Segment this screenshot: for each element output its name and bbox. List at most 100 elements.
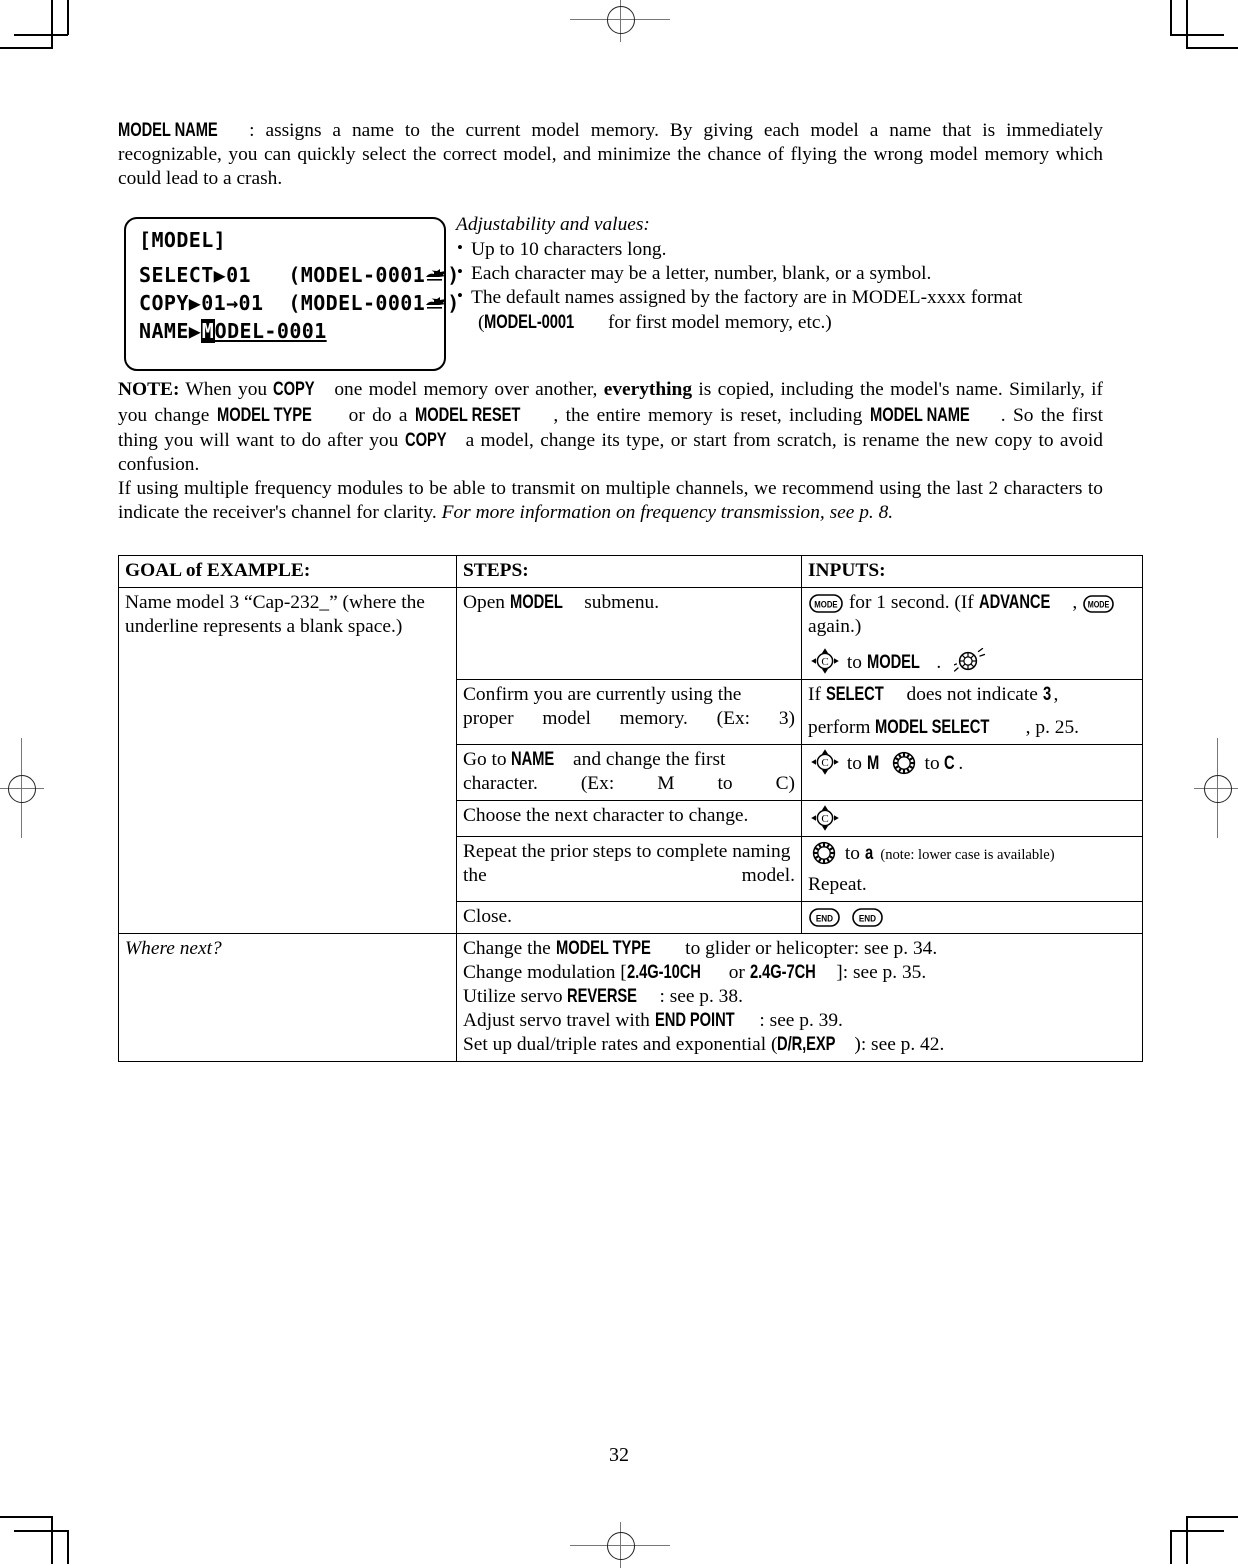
lcd-copy-arrow-icon: ▶: [188, 291, 202, 316]
cursor-pad-icon[interactable]: C: [810, 804, 840, 832]
model-select-term: MODEL SELECT: [875, 716, 990, 739]
step-post: submenu.: [579, 592, 660, 614]
note-paragraph-2: If using multiple frequency modules to b…: [118, 477, 1103, 525]
dial-icon[interactable]: [891, 750, 917, 776]
step-cell-3: Go to NAME and change the first characte…: [456, 744, 802, 802]
name-term: NAME: [511, 748, 555, 771]
model-reset-term: MODEL RESET: [414, 403, 521, 426]
dr-exp-term: D/R,EXP: [777, 1032, 836, 1055]
page-number: 32: [609, 1444, 629, 1466]
note-text-2: one model memory over another,: [328, 379, 604, 401]
lcd-copy-paren-open: (MODEL-0001: [288, 291, 426, 316]
svg-text:MODE: MODE: [814, 599, 838, 610]
where-next-line: Adjust servo travel with END POINT : see …: [463, 1009, 1136, 1033]
svg-text:C: C: [821, 813, 828, 825]
step-cell-1: Open MODEL submenu.: [456, 587, 802, 681]
goal-cell: Name model 3 “Cap-232_” (where the under…: [118, 587, 457, 934]
input-line-2: C to MODEL.: [808, 647, 1136, 675]
model-type-term: MODEL TYPE: [216, 403, 312, 426]
input-cell-2: If SELECT does not indicate 3, perform M…: [801, 679, 1143, 746]
input-post-2: , p. 25.: [1025, 717, 1079, 739]
char-m: M: [866, 752, 879, 775]
model-name-term-2: MODEL NAME: [869, 403, 970, 426]
line-mid: or: [723, 961, 750, 983]
char-c: C: [944, 752, 956, 775]
cursor-pad-icon[interactable]: C: [810, 748, 840, 776]
memory-number: 3: [1042, 683, 1051, 706]
svg-text:END: END: [816, 913, 834, 924]
copy-term: COPY: [273, 378, 315, 401]
step-cell-4: Choose the next character to change.: [456, 800, 802, 838]
airplane-icon: [425, 269, 447, 284]
manual-page: MODEL NAME: assigns a name to the curren…: [0, 0, 1238, 1564]
input-cell-4: C: [801, 800, 1143, 838]
intro-text: : assigns a name to the current model me…: [118, 120, 1103, 190]
lcd-copy-value: 01→01: [201, 291, 264, 316]
input-text-3: again.): [808, 616, 862, 638]
line-post: : see p. 39.: [759, 1009, 843, 1031]
column-header-steps: STEPS:: [456, 555, 802, 589]
input-text-1: to: [840, 843, 865, 865]
list-item-line2: (MODEL-0001 for first model memory, etc.…: [471, 310, 1101, 335]
line-pre: Change modulation [: [463, 961, 627, 983]
dial-icon[interactable]: [811, 840, 837, 866]
column-header-goal: GOAL of EXAMPLE:: [118, 555, 457, 589]
airplane-icon: [425, 297, 447, 312]
input-cell-6: END END: [801, 901, 1143, 934]
lcd-name-line: NAME▶MODEL-0001: [139, 319, 327, 344]
input-cell-5: to a (note: lower case is available) Rep…: [801, 836, 1143, 903]
modulation-24g10ch: 2.4G-10CH: [626, 960, 701, 983]
line-post: ): see p. 42.: [854, 1033, 945, 1055]
lcd-screen: [MODEL] SELECT▶01 (MODEL-0001) COPY▶01→0…: [124, 217, 459, 372]
mode-button-icon[interactable]: MODE: [809, 594, 843, 614]
where-next-line: Change modulation [2.4G-10CH or 2.4G-7CH…: [463, 961, 1136, 985]
step-pre: Open: [463, 592, 510, 614]
cursor-pad-icon[interactable]: C: [810, 647, 840, 675]
where-next-line: Set up dual/triple rates and exponential…: [463, 1033, 1136, 1057]
line-pre: Change the: [463, 937, 556, 959]
lowercase-note: (note: lower case is available): [880, 847, 1055, 864]
input-line-1: MODE for 1 second. (If ADVANCE, MODE aga…: [808, 591, 1136, 639]
list-item: Each character may be a letter, number, …: [456, 261, 1101, 286]
step-cell-2: Confirm you are currently using the prop…: [456, 679, 802, 746]
example-table: GOAL of EXAMPLE: STEPS: INPUTS: Name mod…: [118, 555, 1143, 1062]
list-item-line2-suffix: for first model memory, etc.): [603, 312, 832, 334]
input-cell-3: C to M to C.: [801, 744, 1143, 802]
input-pre: If: [808, 684, 826, 706]
table-row-where-next: Where next? Change the MODEL TYPE to gli…: [118, 932, 1143, 1062]
input-line-1: to a (note: lower case is available): [808, 840, 1136, 866]
reverse-term: REVERSE: [567, 984, 638, 1007]
where-next-line: Utilize servo REVERSE : see p. 38.: [463, 985, 1136, 1009]
adjustability-heading: Adjustability and values:: [456, 214, 650, 236]
dial-spin-icon[interactable]: [953, 647, 986, 675]
table-header-row: GOAL of EXAMPLE: STEPS: INPUTS:: [118, 555, 1143, 589]
lcd-select-arrow-icon: ▶: [213, 263, 227, 288]
lcd-select-paren-open: (MODEL-0001: [288, 263, 426, 288]
input-line-1: If SELECT does not indicate 3,: [808, 683, 1136, 707]
where-next-label: Where next?: [118, 932, 457, 1062]
line-post: : see p. 38.: [659, 985, 743, 1007]
line-pre: Utilize servo: [463, 985, 568, 1007]
default-model-name: MODEL-0001: [484, 311, 575, 334]
input-post: ,: [1053, 684, 1059, 706]
end-button-icon[interactable]: END: [851, 908, 883, 927]
char-a: a: [864, 842, 873, 865]
lcd-and-values-row: [MODEL] SELECT▶01 (MODEL-0001) COPY▶01→0…: [118, 214, 1103, 377]
end-point-term: END POINT: [654, 1008, 735, 1031]
lcd-name-rest: ODEL-0001: [214, 319, 327, 344]
table-row: Name model 3 “Cap-232_” (where the under…: [118, 587, 1143, 934]
line-post: ]: see p. 35.: [836, 961, 927, 983]
note-p2-italic: For more information on frequency transm…: [441, 502, 894, 524]
svg-text:C: C: [821, 757, 828, 769]
svg-text:C: C: [821, 656, 828, 668]
input-cell-1: MODE for 1 second. (If ADVANCE, MODE aga…: [801, 587, 1143, 681]
mode-button-icon[interactable]: MODE: [1083, 595, 1114, 614]
end-button-icon[interactable]: END: [809, 908, 840, 927]
list-item: The default names assigned by the factor…: [456, 285, 1101, 336]
input-text-2: ,: [1072, 592, 1083, 614]
model-type-term: MODEL TYPE: [555, 936, 651, 959]
lcd-name-arrow-icon: ▶: [188, 319, 202, 344]
model-name-term: MODEL NAME: [118, 119, 218, 141]
line-pre: Adjust servo travel with: [463, 1009, 655, 1031]
note-paragraph: NOTE: When you COPY one model memory ove…: [118, 377, 1103, 477]
